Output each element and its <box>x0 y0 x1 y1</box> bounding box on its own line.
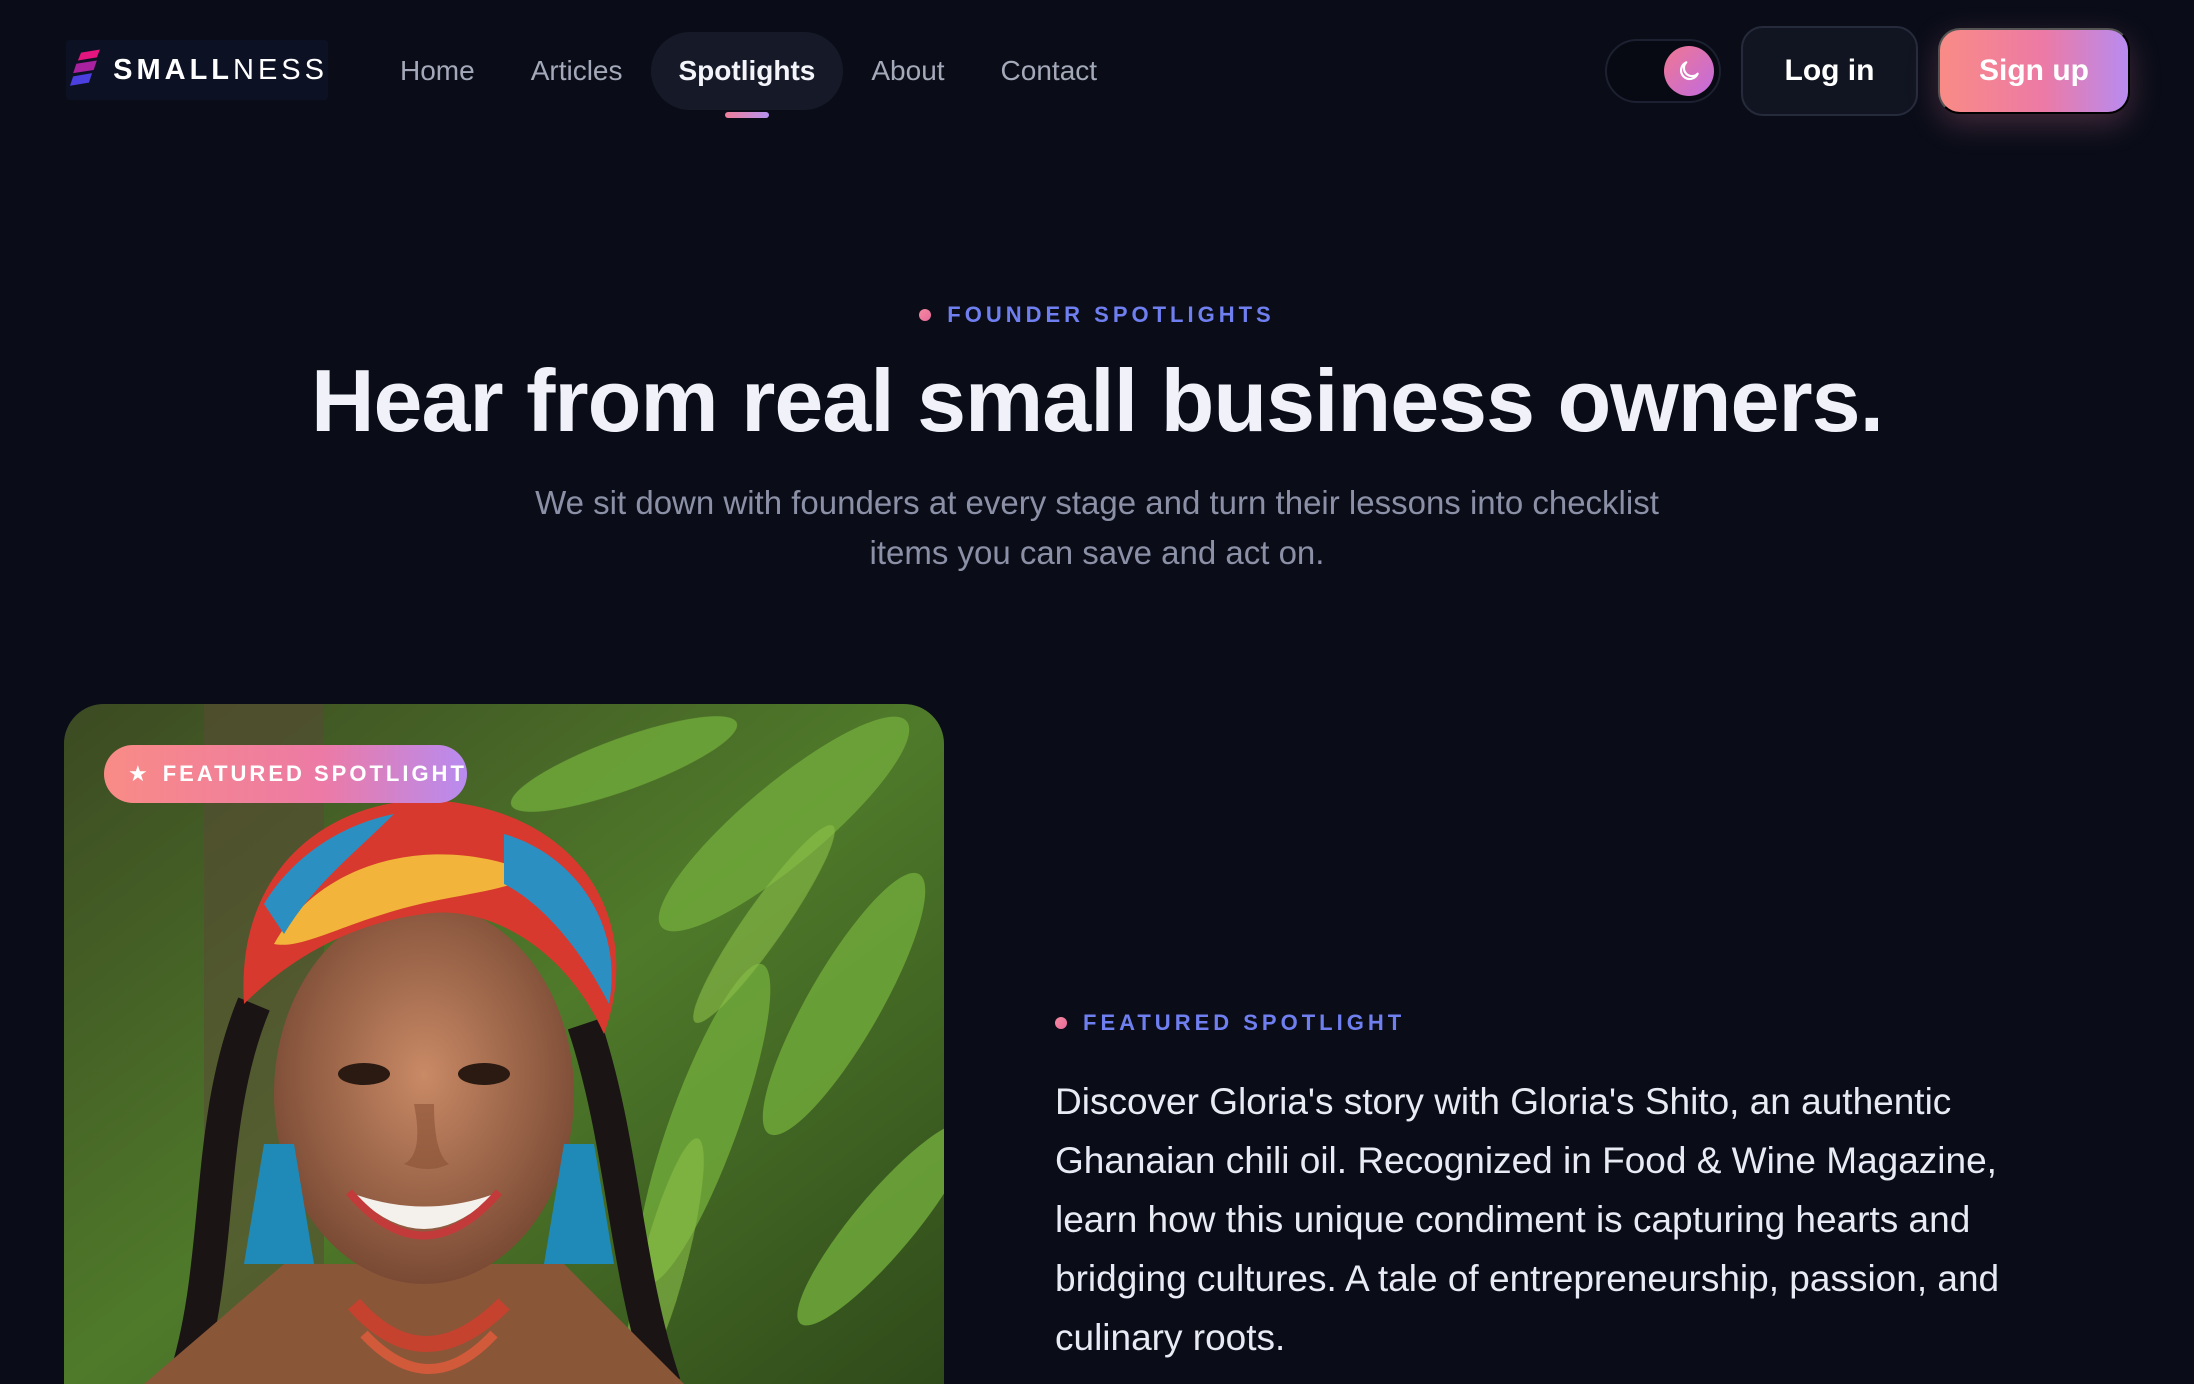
star-icon: ★ <box>128 761 151 786</box>
nav-link-home[interactable]: Home <box>372 32 503 110</box>
featured-spotlight-badge: ★ FEATURED SPOTLIGHT <box>104 745 467 803</box>
toggle-knob <box>1664 46 1714 96</box>
theme-toggle[interactable] <box>1605 39 1721 103</box>
featured-spotlight-description: Discover Gloria's story with Gloria's Sh… <box>1055 1081 2000 1358</box>
nav-link-articles[interactable]: Articles <box>503 32 651 110</box>
signup-button[interactable]: Sign up <box>1938 28 2130 114</box>
moon-icon <box>1679 61 1699 81</box>
brand-wordmark: SMALLNESS <box>113 53 328 86</box>
feature-eyebrow: FEATURED SPOTLIGHT <box>1055 1010 1405 1036</box>
eyebrow-dot-icon <box>1055 1017 1067 1029</box>
nav-link-contact[interactable]: Contact <box>973 32 1126 110</box>
nav-link-about[interactable]: About <box>843 32 972 110</box>
nav-links: Home Articles Spotlights About Contact <box>372 32 1126 118</box>
eyebrow-dot-icon <box>919 309 932 321</box>
founder-portrait-image <box>64 704 944 1384</box>
featured-founder-photo[interactable] <box>64 704 944 1384</box>
hero-eyebrow-label: FOUNDER SPOTLIGHTS <box>947 302 1275 327</box>
top-navigation: SMALLNESS Home Articles Spotlights About… <box>0 0 2194 140</box>
logo-mark-icon <box>70 49 100 86</box>
badge-label: FEATURED SPOTLIGHT <box>162 761 467 786</box>
brand-logo[interactable]: SMALLNESS <box>66 40 328 100</box>
hero-eyebrow: FOUNDER SPOTLIGHTS <box>0 302 2194 328</box>
nav-link-spotlights[interactable]: Spotlights <box>650 32 844 118</box>
page-subtitle: We sit down with founders at every stage… <box>535 484 1659 571</box>
page-title: Hear from real small business owners. <box>310 351 1884 450</box>
feature-eyebrow-label: FEATURED SPOTLIGHT <box>1083 1010 1406 1035</box>
login-button[interactable]: Log in <box>1741 26 1918 116</box>
